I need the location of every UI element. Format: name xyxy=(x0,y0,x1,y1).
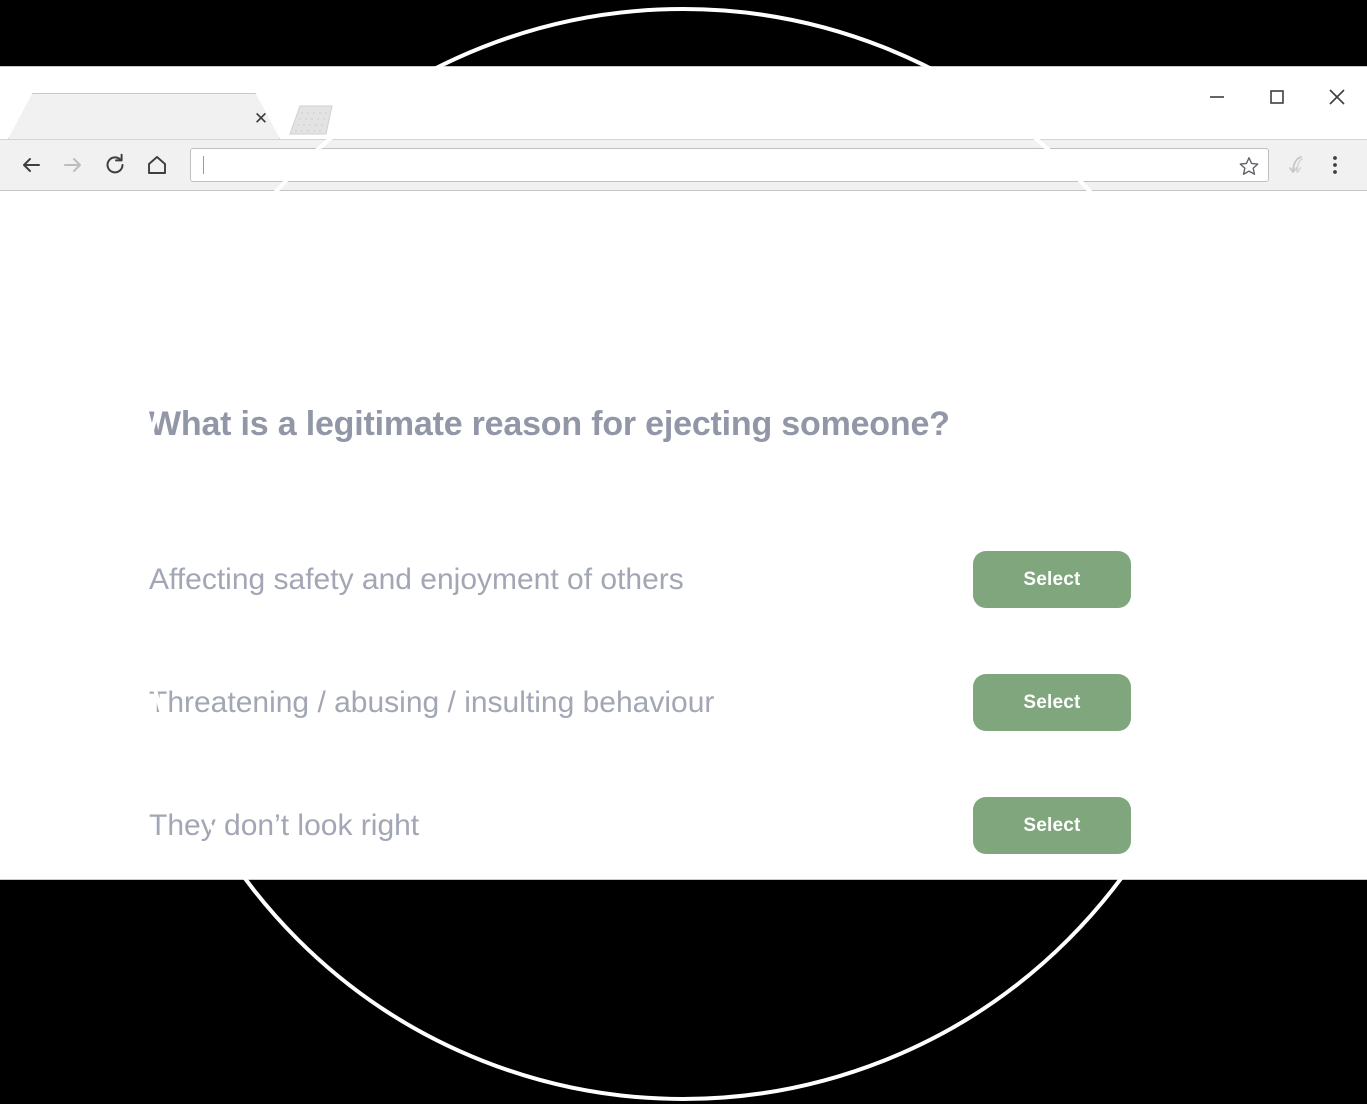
url-bar[interactable] xyxy=(190,148,1269,182)
forward-arrow-icon[interactable] xyxy=(55,147,91,183)
option-label: They don’t look right xyxy=(149,809,420,842)
browser-toolbar xyxy=(0,139,1367,191)
screenshot-stage: ✕ What is a legitimate reason for ejecti… xyxy=(0,0,1367,1104)
reload-icon[interactable] xyxy=(97,147,133,183)
minimize-button[interactable] xyxy=(1187,75,1247,119)
three-dot-menu-icon[interactable] xyxy=(1317,147,1353,183)
select-button[interactable]: Select xyxy=(973,674,1131,731)
new-tab-icon[interactable] xyxy=(286,103,338,137)
option-label: Affecting safety and enjoyment of others xyxy=(149,563,684,596)
tab-close-icon[interactable]: ✕ xyxy=(250,108,272,130)
close-window-button[interactable] xyxy=(1307,75,1367,119)
page-title: What is a legitimate reason for ejecting… xyxy=(149,405,950,443)
profile-icon[interactable] xyxy=(1277,147,1317,183)
browser-tab-strip: ✕ xyxy=(0,67,1367,139)
star-icon[interactable] xyxy=(1238,155,1260,177)
list-item: Threatening / abusing / insulting behavi… xyxy=(149,674,1131,731)
list-item: Affecting safety and enjoyment of others… xyxy=(149,551,1131,608)
home-icon[interactable] xyxy=(139,147,175,183)
browser-tab[interactable] xyxy=(8,93,280,139)
url-caret xyxy=(203,156,204,174)
option-label: Threatening / abusing / insulting behavi… xyxy=(149,686,715,719)
page-content: What is a legitimate reason for ejecting… xyxy=(0,191,1367,879)
window-controls xyxy=(1187,75,1367,119)
back-arrow-icon[interactable] xyxy=(13,147,49,183)
select-button[interactable]: Select xyxy=(973,551,1131,608)
maximize-button[interactable] xyxy=(1247,75,1307,119)
browser-window: ✕ What is a legitimate reason for ejecti… xyxy=(0,66,1367,880)
options-list: Affecting safety and enjoyment of others… xyxy=(149,551,1131,879)
select-button[interactable]: Select xyxy=(973,797,1131,854)
list-item: They don’t look right Select xyxy=(149,797,1131,854)
